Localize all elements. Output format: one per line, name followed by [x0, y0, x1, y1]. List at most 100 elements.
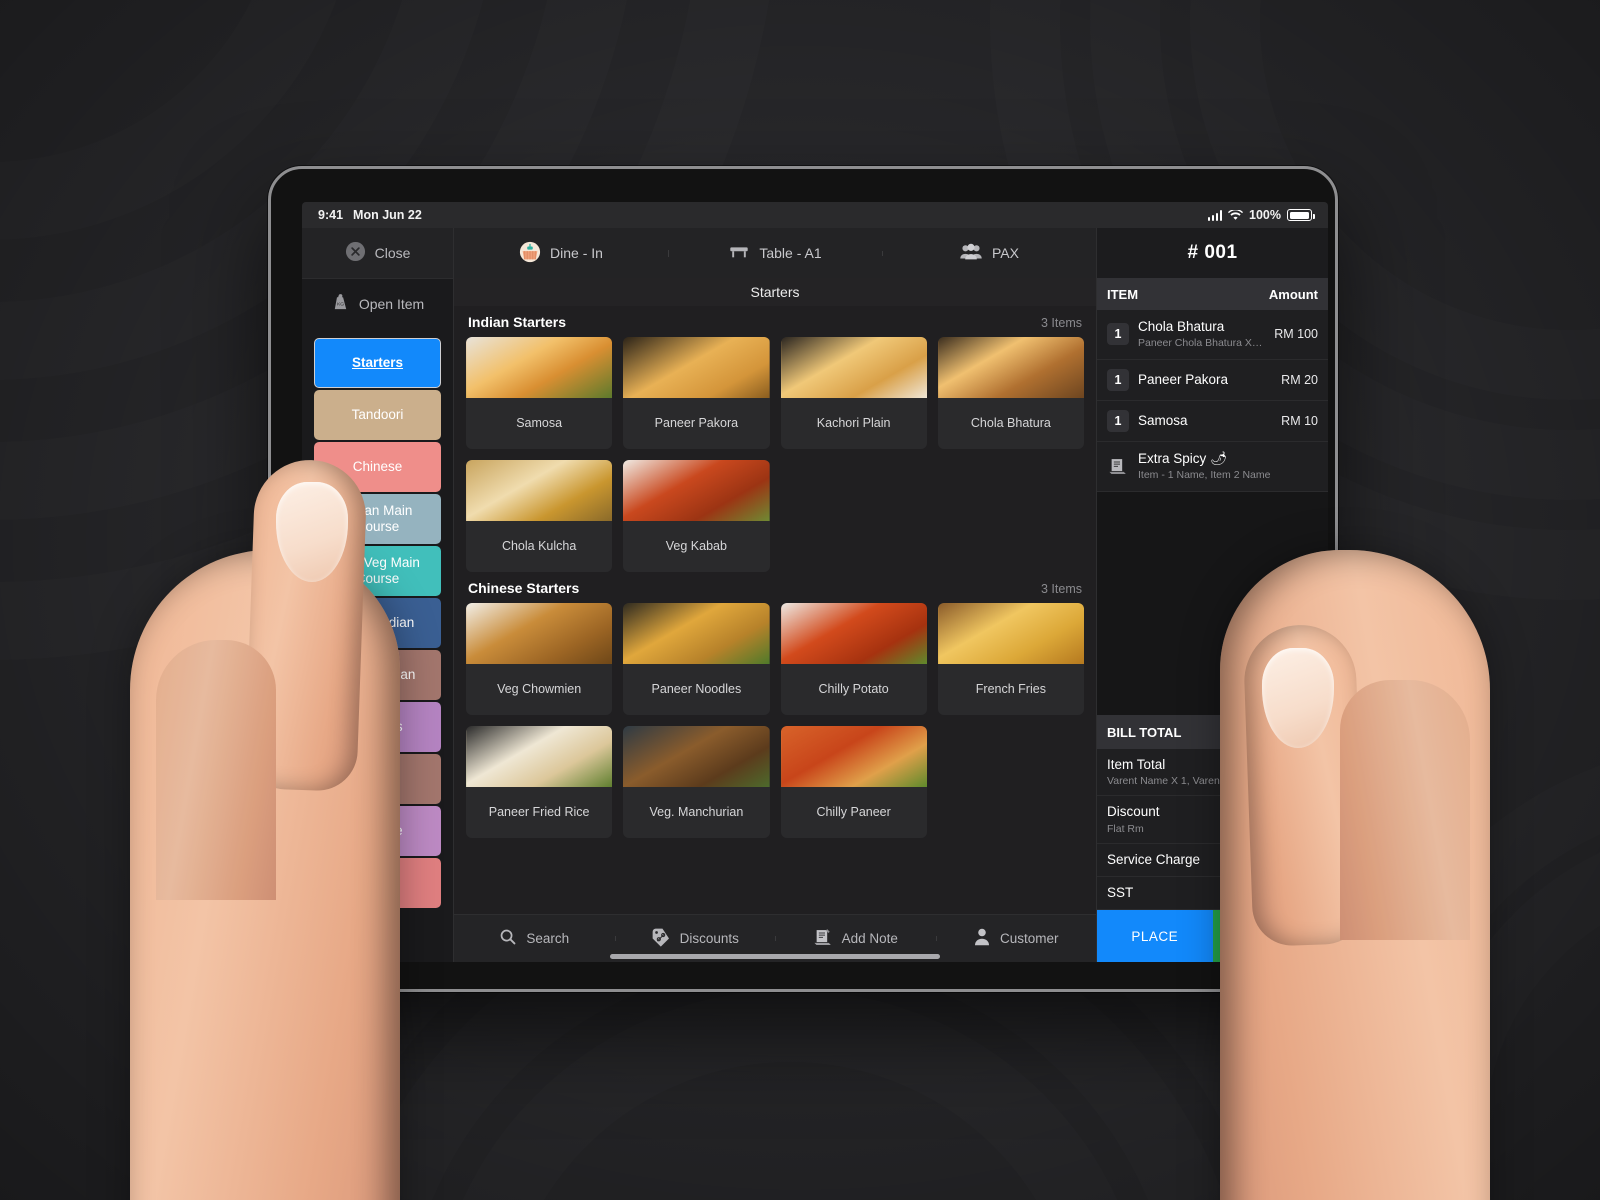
menu-item-card[interactable]: Chola Bhatura	[937, 337, 1084, 449]
order-number: # 001	[1097, 228, 1328, 278]
category-label: Starters	[351, 355, 404, 371]
menu-item-card[interactable]: Paneer Noodles	[623, 603, 770, 715]
menu-section-count: 3 Items	[1041, 582, 1082, 596]
weight-scale-icon: KG	[331, 293, 350, 315]
order-col-item: ITEM	[1107, 286, 1139, 302]
menu-column: Dine - In Table - A1 PAX Starters Indian…	[454, 228, 1096, 962]
toolbar-item-search[interactable]: Search	[454, 928, 615, 949]
close-circle-icon	[345, 241, 366, 265]
chola-bhatura-photo	[937, 337, 1084, 398]
paneer-noodles-photo	[623, 603, 770, 664]
order-item-info: Samosa	[1138, 413, 1272, 429]
bill-row[interactable]: Service Charge	[1097, 843, 1328, 877]
order-item-list[interactable]: 1 Chola Bhatura Paneer Chola Bhatura X 1, …	[1097, 310, 1328, 715]
pax-label: PAX	[992, 245, 1019, 261]
menu-item-card[interactable]: Samosa	[466, 337, 613, 449]
menu-item-card[interactable]: Paneer Fried Rice	[466, 726, 613, 838]
bill-row[interactable]: Item Total Varent Name X 1, Varent Name X…	[1097, 749, 1328, 797]
order-actions[interactable]: PLACE PAY	[1097, 910, 1328, 962]
bill-row[interactable]: Discount Flat Rm	[1097, 796, 1328, 844]
table-tab[interactable]: Table - A1	[668, 241, 882, 266]
bill-row-sub: Flat Rm	[1107, 822, 1144, 835]
menu-item-name: French Fries	[975, 682, 1046, 697]
menu-item-card[interactable]: Veg Kabab	[623, 460, 770, 572]
menu-item-card[interactable]: French Fries	[937, 603, 1084, 715]
category-label: North Indian	[340, 615, 415, 631]
order-type-tab[interactable]: Dine - In	[454, 241, 668, 266]
menu-section-name: Chinese Starters	[468, 580, 580, 596]
tablet-device: 9:41 Mon Jun 22 100% Close KG Open Item …	[268, 166, 1338, 992]
note-icon	[813, 927, 833, 950]
toolbar-item-customer[interactable]: Customer	[935, 927, 1097, 950]
order-line-item[interactable]: 1 Samosa RM 10	[1097, 400, 1328, 442]
customer-icon	[973, 927, 991, 950]
category-label: Momos	[355, 771, 400, 787]
menu-item-card[interactable]: Chilly Potato	[780, 603, 927, 715]
menu-item-card[interactable]: Veg Chowmien	[466, 603, 613, 715]
menu-item-card[interactable]: Chilly Paneer	[780, 726, 927, 838]
menu-scroll-area[interactable]: Indian Starters 3 Items Samosa Paneer Pakor…	[454, 306, 1096, 914]
menu-item-card[interactable]: Chola Kulcha	[466, 460, 613, 572]
veg-manchurian-photo	[623, 726, 770, 787]
bill-row[interactable]: SST	[1097, 876, 1328, 910]
category-item-indian-main-course[interactable]: Indian Main Course	[314, 494, 441, 544]
wifi-icon	[1228, 209, 1244, 221]
open-item-button[interactable]: KG Open Item	[302, 278, 453, 328]
category-item-north-indian[interactable]: North Indian	[314, 598, 441, 648]
menu-item-card[interactable]: Veg. Manchurian	[623, 726, 770, 838]
pax-tab[interactable]: PAX	[882, 242, 1096, 265]
category-item-bevrage[interactable]: Bevrage	[314, 806, 441, 856]
category-item-desert[interactable]: Desert	[314, 858, 441, 908]
menu-section-name: Indian Starters	[468, 314, 567, 330]
pay-button[interactable]: PAY	[1212, 910, 1328, 962]
menu-item-name: Paneer Noodles	[651, 682, 742, 697]
svg-text:KG: KG	[337, 301, 344, 307]
menu-item-card[interactable]: Paneer Pakora	[623, 337, 770, 449]
category-item-south-indian[interactable]: South Indian	[314, 650, 441, 700]
category-item-non-veg-main-course[interactable]: Non Veg Main Course	[314, 546, 441, 596]
order-item-amount: RM 100	[1274, 327, 1318, 342]
toolbar-item-discounts[interactable]: Discounts	[614, 927, 776, 950]
bottom-toolbar[interactable]: Search Discounts Add Note Customer	[454, 914, 1096, 962]
menu-item-grid: Veg Chowmien Paneer Noodles Chilly Potato F…	[466, 603, 1084, 838]
menu-item-name: Paneer Fried Rice	[488, 805, 590, 820]
app-shell: Close KG Open Item Starters Tandoori Chine…	[302, 228, 1328, 962]
menu-item-grid: Samosa Paneer Pakora Kachori Plain Chola Bh…	[466, 337, 1084, 572]
order-item-qty: 1	[1107, 368, 1129, 391]
category-list[interactable]: Starters Tandoori Chinese Indian Main Cours…	[302, 328, 453, 962]
veg-kabab-photo	[623, 460, 770, 521]
menu-item-name: Chilly Paneer	[816, 805, 891, 820]
order-item-info: Chola Bhatura Paneer Chola Bhatura X 1, C…	[1138, 319, 1265, 350]
category-label: Desert	[357, 875, 398, 891]
order-line-item[interactable]: Extra Spicy 🌶 Item - 1 Name, Item 2 Name	[1097, 441, 1328, 492]
toolbar-item-add-note[interactable]: Add Note	[775, 927, 936, 950]
order-line-item[interactable]: 1 Chola Bhatura Paneer Chola Bhatura X 1, …	[1097, 310, 1328, 360]
order-item-qty: 1	[1107, 323, 1129, 346]
category-item-momos[interactable]: Momos	[314, 754, 441, 804]
bill-total-header: BILL TOTAL	[1097, 715, 1328, 750]
close-button[interactable]: Close	[302, 228, 453, 278]
bill-row-title: Item Total	[1107, 757, 1166, 773]
category-label: South Indian	[339, 667, 416, 683]
samosa-photo	[466, 337, 613, 398]
menu-item-name: Veg Kabab	[665, 539, 727, 554]
note-icon	[1107, 455, 1129, 477]
category-item-chinese[interactable]: Chinese	[314, 442, 441, 492]
category-item-starters[interactable]: Starters	[314, 338, 441, 388]
toolbar-label: Customer	[999, 931, 1059, 946]
order-line-item[interactable]: 1 Paneer Pakora RM 20	[1097, 359, 1328, 401]
chilly-potato-photo	[780, 603, 927, 664]
menu-item-card[interactable]: Kachori Plain	[780, 337, 927, 449]
menu-item-name: Chola Bhatura	[970, 416, 1051, 431]
category-item-combos[interactable]: Combos	[314, 702, 441, 752]
bill-breakdown[interactable]: Item Total Varent Name X 1, Varent Name X…	[1097, 749, 1328, 910]
paneer-fried-rice-photo	[466, 726, 613, 787]
place-button[interactable]: PLACE	[1097, 910, 1213, 962]
order-item-name: Paneer Pakora	[1138, 371, 1229, 387]
menu-item-name: Chilly Potato	[818, 682, 889, 697]
table-icon	[728, 241, 750, 266]
menu-item-name: Paneer Pakora	[654, 416, 739, 431]
cellular-bars-icon	[1207, 209, 1223, 221]
home-indicator[interactable]	[610, 954, 940, 959]
category-item-tandoori[interactable]: Tandoori	[314, 390, 441, 440]
